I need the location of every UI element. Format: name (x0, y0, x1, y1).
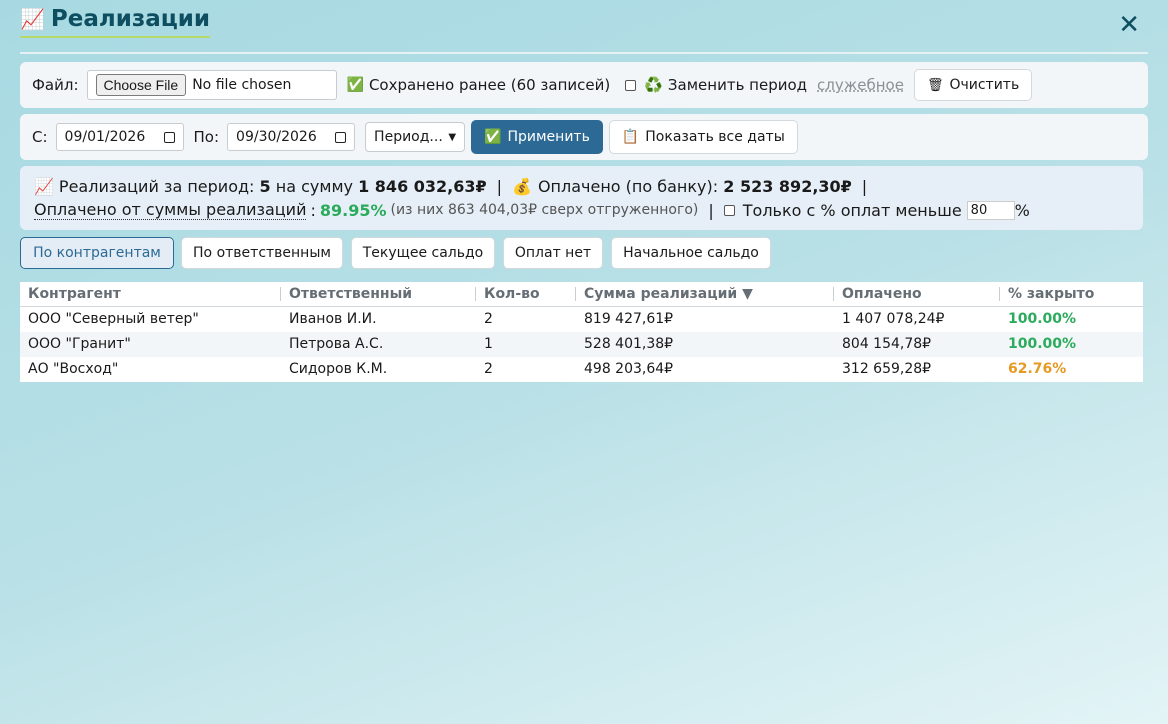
cell-sales-sum: 819 427,61₽ (584, 311, 674, 327)
column-divider[interactable] (280, 287, 281, 301)
sum-value: 1 846 032,63₽ (358, 176, 487, 196)
show-all-dates-button[interactable]: 📋 Показать все даты (608, 120, 798, 154)
cell-sales-sum: 528 401,38₽ (584, 336, 674, 352)
recycle-icon: ♻️ (644, 76, 663, 94)
column-divider[interactable] (475, 287, 476, 301)
period-select-value: Период... (374, 129, 443, 145)
separator: | (496, 176, 503, 196)
cell-counterparty: ООО "Северный ветер" (28, 311, 199, 327)
cell-counterparty: АО "Восход" (28, 361, 119, 377)
clipboard-icon: 📋 (621, 129, 640, 145)
to-label: По: (193, 128, 220, 146)
cell-sales-sum: 498 203,64₽ (584, 361, 674, 377)
date-to-value: 09/30/2026 (236, 129, 317, 145)
only-less-checkbox[interactable] (723, 204, 735, 216)
replace-period-checkbox[interactable] (625, 79, 637, 91)
chart-up-icon: 📈 (34, 176, 54, 196)
cell-closed-percent: 62.76% (1008, 361, 1067, 377)
cell-count: 1 (484, 336, 493, 352)
cell-responsible: Иванов И.И. (289, 311, 377, 327)
cell-count: 2 (484, 361, 493, 377)
column-header-responsible[interactable]: Ответственный (289, 286, 412, 302)
replace-period-label: Заменить период (667, 76, 808, 94)
column-divider[interactable] (575, 287, 576, 301)
count-value: 5 (259, 176, 271, 196)
column-divider[interactable] (999, 287, 1000, 301)
table-row[interactable]: ООО "Гранит" Петрова А.С. 1 528 401,38₽ … (20, 332, 1143, 357)
column-header-paid[interactable]: Оплачено (842, 286, 922, 302)
file-input[interactable]: Choose File No file chosen (86, 70, 337, 100)
column-header-count[interactable]: Кол-во (484, 286, 540, 302)
paid-label: Оплачено (по банку): (537, 176, 719, 196)
page-title-text: Реализации (50, 6, 211, 32)
column-header-closed-percent[interactable]: % закрыто (1008, 286, 1094, 302)
date-to-input[interactable]: 09/30/2026 (227, 123, 356, 151)
stats-panel: 📈 Реализаций за период: 5 на сумму 1 846… (20, 166, 1143, 230)
table-row[interactable]: АО "Восход" Сидоров К.М. 2 498 203,64₽ 3… (20, 357, 1143, 382)
paid-of-label: Оплачено от суммы реализаций (34, 200, 307, 220)
clear-button[interactable]: 🗑 Очистить (913, 69, 1033, 101)
paid-of-note: (из них 863 404,03₽ сверх отгруженного) (390, 202, 699, 218)
separator: | (708, 200, 714, 220)
apply-label: Применить (507, 129, 590, 145)
threshold-input[interactable]: 80 (966, 200, 1015, 220)
cell-counterparty: ООО "Гранит" (28, 336, 131, 352)
separator: | (861, 176, 868, 196)
only-less-label: Только с % оплат меньше (742, 200, 962, 220)
paid-of-percent: 89.95% (319, 200, 387, 220)
apply-button[interactable]: ✅ Применить (471, 120, 603, 154)
column-header-sales-sum[interactable]: Сумма реализаций ▼ (584, 286, 753, 302)
data-table: Контрагент Ответственный Кол-во Сумма ре… (20, 282, 1143, 382)
clear-label: Очистить (949, 77, 1020, 93)
calendar-icon[interactable] (335, 131, 347, 143)
tab-no-payments[interactable]: Оплат нет (503, 237, 603, 269)
show-all-dates-label: Показать все даты (645, 129, 785, 145)
page-title: 📈 Реализации (20, 6, 211, 38)
tab-opening-balance[interactable]: Начальное сальдо (611, 237, 771, 269)
count-label: Реализаций за период: (58, 176, 255, 196)
paid-value: 2 523 892,30₽ (723, 176, 852, 196)
close-icon[interactable]: ✕ (1118, 12, 1140, 38)
file-label: Файл: (32, 76, 79, 94)
file-panel: Файл: Choose File No file chosen ✅ Сохра… (20, 62, 1148, 108)
colon: : (310, 200, 316, 220)
cell-paid: 312 659,28₽ (842, 361, 932, 377)
cell-responsible: Петрова А.С. (289, 336, 384, 352)
money-bag-icon: 💰 (512, 176, 532, 196)
calendar-icon[interactable] (163, 131, 175, 143)
date-panel: С: 09/01/2026 По: 09/30/2026 Период... ▼… (20, 114, 1148, 160)
tab-by-counterparty[interactable]: По контрагентам (20, 237, 174, 269)
chevron-down-icon: ▼ (448, 131, 457, 143)
cell-paid: 804 154,78₽ (842, 336, 932, 352)
tab-by-responsible[interactable]: По ответственным (181, 237, 343, 269)
from-label: С: (32, 128, 48, 146)
trash-icon: 🗑 (926, 77, 944, 93)
period-select[interactable]: Период... ▼ (365, 122, 466, 152)
sum-label: на сумму (275, 176, 353, 196)
service-link[interactable]: служебное (817, 76, 904, 94)
check-mark-icon: ✅ (346, 77, 364, 93)
cell-closed-percent: 100.00% (1008, 311, 1077, 327)
table-header: Контрагент Ответственный Кол-во Сумма ре… (20, 282, 1143, 307)
date-from-input[interactable]: 09/01/2026 (55, 123, 184, 151)
column-header-counterparty[interactable]: Контрагент (28, 286, 121, 302)
check-mark-icon: ✅ (484, 129, 502, 145)
header: 📈 Реализации ✕ (20, 6, 1148, 54)
column-divider[interactable] (833, 287, 834, 301)
saved-status: Сохранено ранее (60 записей) (368, 76, 611, 94)
cell-responsible: Сидоров К.М. (289, 361, 388, 377)
cell-paid: 1 407 078,24₽ (842, 311, 945, 327)
table-row[interactable]: ООО "Северный ветер" Иванов И.И. 2 819 4… (20, 307, 1143, 332)
tab-current-balance[interactable]: Текущее сальдо (351, 237, 495, 269)
choose-file-button[interactable]: Choose File (95, 74, 187, 96)
chart-up-icon: 📈 (20, 7, 45, 31)
cell-closed-percent: 100.00% (1008, 336, 1077, 352)
no-file-text: No file chosen (192, 77, 292, 93)
date-from-value: 09/01/2026 (64, 129, 146, 145)
percent-sign: % (1014, 200, 1030, 220)
cell-count: 2 (484, 311, 493, 327)
